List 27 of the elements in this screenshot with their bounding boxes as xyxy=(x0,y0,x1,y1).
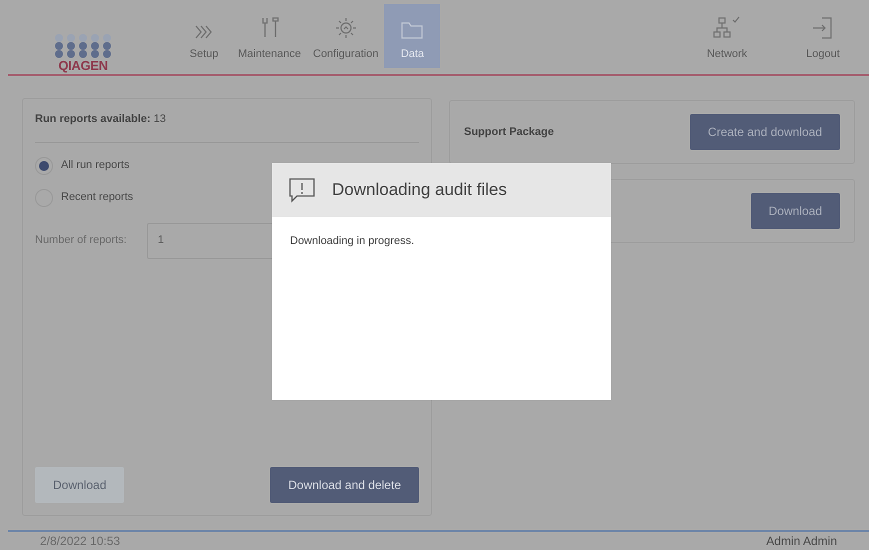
logo-text: QIAGEN xyxy=(58,59,108,72)
folder-icon xyxy=(400,20,424,40)
panel-button[interactable]: Create and download xyxy=(690,114,840,150)
radio-label: Recent reports xyxy=(61,190,134,206)
nav-tab[interactable]: Data xyxy=(384,4,440,68)
download-button[interactable]: Download and delete xyxy=(270,467,419,503)
run-reports-count: Run reports available: 13 xyxy=(35,111,419,142)
network-icon xyxy=(713,16,741,40)
alert-message-icon xyxy=(288,177,316,203)
logo-dots-icon xyxy=(53,33,113,59)
gear-icon xyxy=(334,16,358,40)
nav-tab[interactable]: Logout xyxy=(795,4,851,68)
tools-icon xyxy=(260,16,280,40)
nav-tab[interactable]: Setup xyxy=(176,4,232,68)
logout-icon xyxy=(812,16,834,40)
nav-tab[interactable]: Configuration xyxy=(307,4,384,68)
nav-tab[interactable]: Network xyxy=(699,4,755,68)
panel-button[interactable]: Download xyxy=(750,193,840,229)
chevrons-icon xyxy=(194,24,214,40)
nav-tab[interactable]: Maintenance xyxy=(232,4,307,68)
radio-label: All run reports xyxy=(61,158,130,174)
number-field-label: Number of reports: xyxy=(35,233,127,248)
panel-label: Support Package xyxy=(464,124,554,140)
status-datetime: 2/8/2022 10:53 xyxy=(40,533,120,550)
status-user: Admin Admin xyxy=(766,533,837,550)
radio-button[interactable] xyxy=(35,156,53,174)
dialog-title: Downloading audit files xyxy=(332,179,507,202)
